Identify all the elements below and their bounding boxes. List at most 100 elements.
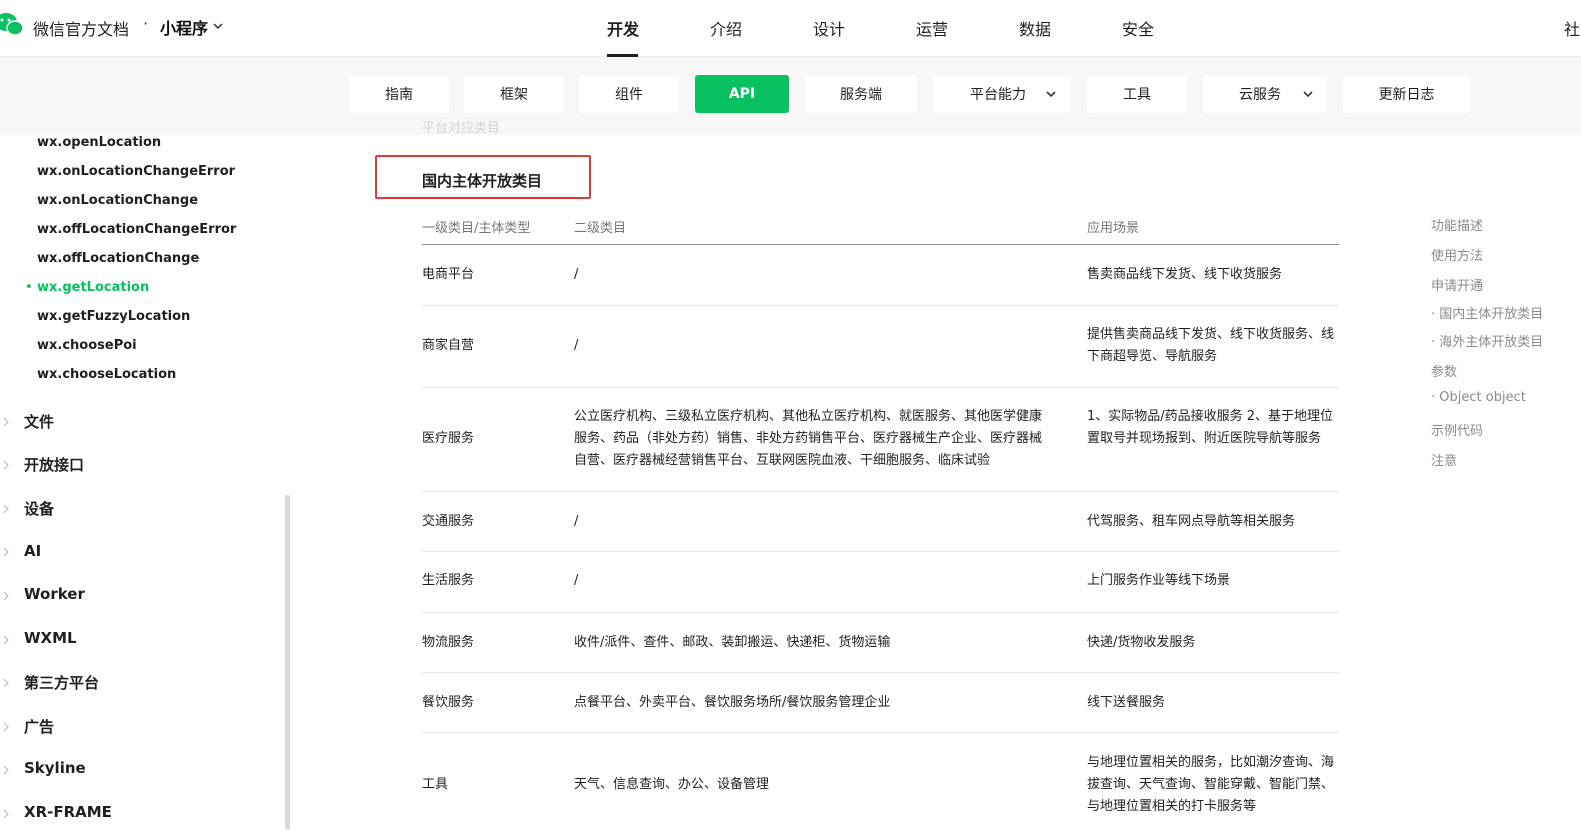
- sidebar-item-off-location-change-error[interactable]: wx.offLocationChangeError: [37, 222, 236, 237]
- sidebar-item-device[interactable]: 设备: [24, 498, 54, 519]
- nav-data[interactable]: 数据: [1019, 16, 1051, 40]
- toc-item-params[interactable]: 参数: [1431, 361, 1457, 380]
- table-header: 一级类目/主体类型 二级类目 应用场景: [422, 206, 1339, 245]
- toc-item-domestic[interactable]: · 国内主体开放类目: [1431, 303, 1543, 322]
- table-cell: 生活服务: [422, 573, 475, 588]
- nav-security[interactable]: 安全: [1122, 16, 1154, 40]
- chevron-right-icon: [3, 504, 9, 514]
- sidebar-item-open-api[interactable]: 开放接口: [24, 454, 84, 475]
- table-row: 医疗服务 公立医疗机构、三级私立医疗机构、其他私立医疗机构、就医服务、其他医学健…: [422, 388, 1339, 492]
- sidebar-item-choose-poi[interactable]: wx.choosePoi: [37, 338, 137, 353]
- table-cell: 交通服务: [422, 514, 475, 529]
- active-bullet: •: [25, 280, 33, 295]
- chevron-right-icon: [3, 591, 9, 601]
- table-cell: /: [574, 514, 579, 529]
- toc-item-sample-code[interactable]: 示例代码: [1431, 420, 1483, 439]
- chevron-down-icon[interactable]: [211, 19, 225, 33]
- chevron-right-icon: [3, 460, 9, 470]
- chevron-down-icon: [1046, 91, 1056, 98]
- sidebar-item-on-location-change[interactable]: wx.onLocationChange: [37, 193, 198, 208]
- nav-design[interactable]: 设计: [813, 16, 845, 40]
- chevron-down-icon: [1303, 91, 1313, 98]
- nav-community-partial[interactable]: 社: [1564, 16, 1580, 40]
- brand-title[interactable]: 微信官方文档: [33, 16, 129, 40]
- sidebar-item-on-location-change-error[interactable]: wx.onLocationChangeError: [37, 164, 235, 179]
- sidebar-item-choose-location[interactable]: wx.chooseLocation: [37, 367, 176, 382]
- nav-operation[interactable]: 运营: [916, 16, 948, 40]
- table-cell: 物流服务: [422, 635, 475, 650]
- toc-item-usage[interactable]: 使用方法: [1431, 245, 1483, 264]
- subnav-label: 框架: [500, 87, 528, 103]
- table-cell: /: [574, 267, 579, 282]
- sidebar-item-ai[interactable]: AI: [24, 542, 41, 560]
- sidebar-item-file[interactable]: 文件: [24, 411, 54, 432]
- nav-develop[interactable]: 开发: [607, 16, 639, 40]
- brand-separator: ·: [143, 14, 149, 33]
- subnav-label: 工具: [1123, 87, 1151, 103]
- table-cell: /: [574, 338, 579, 353]
- subnav-label: 服务端: [840, 87, 882, 103]
- sidebar-item-xr-frame[interactable]: XR-FRAME: [24, 803, 112, 821]
- table-cell: 商家自营: [422, 338, 475, 353]
- category-table: 一级类目/主体类型 二级类目 应用场景 电商平台 / 售卖商品线下发货、线下收货…: [422, 206, 1339, 833]
- column-header: 应用场景: [1087, 221, 1140, 236]
- table-row: 物流服务 收件/派件、查件、邮政、装卸搬运、快递柜、货物运输 快递/货物收发服务: [422, 613, 1339, 673]
- table-cell: 与地理位置相关的服务，比如潮汐查询、海拔查询、天气查询、智能穿戴、智能门禁、与地…: [1087, 755, 1335, 814]
- subnav-platform-capability[interactable]: 平台能力: [933, 75, 1071, 113]
- chevron-right-icon: [3, 765, 9, 775]
- table-row: 电商平台 / 售卖商品线下发货、线下收货服务: [422, 245, 1339, 306]
- subnav-label: API: [728, 86, 756, 102]
- sidebar-item-get-fuzzy-location[interactable]: wx.getFuzzyLocation: [37, 309, 190, 324]
- table-cell: 电商平台: [422, 267, 475, 282]
- chevron-right-icon: [3, 722, 9, 732]
- table-cell: 提供售卖商品线下发货、线下收货服务、线下商超导览、导航服务: [1087, 327, 1335, 364]
- table-cell: 售卖商品线下发货、线下收货服务: [1087, 267, 1283, 282]
- sidebar-item-get-location[interactable]: wx.getLocation: [37, 280, 149, 295]
- section-title: 国内主体开放类目: [422, 172, 543, 190]
- sidebar-item-third-party-platform[interactable]: 第三方平台: [24, 672, 99, 693]
- subnav-components[interactable]: 组件: [579, 75, 679, 113]
- subnav-api[interactable]: API: [695, 75, 789, 113]
- toc-item-notes[interactable]: 注意: [1431, 450, 1457, 469]
- sidebar-item-wxml[interactable]: WXML: [24, 629, 77, 647]
- sidebar-item-skyline[interactable]: Skyline: [24, 759, 86, 777]
- sub-navigation: 指南 框架 组件 API 服务端 平台能力 工具 云服务 更新日志: [0, 57, 1581, 135]
- chevron-right-icon: [3, 809, 9, 819]
- table-row: 工具 天气、信息查询、办公、设备管理 与地理位置相关的服务，比如潮汐查询、海拔查…: [422, 733, 1339, 833]
- product-switcher[interactable]: 小程序: [160, 15, 208, 39]
- table-row: 交通服务 / 代驾服务、租车网点导航等相关服务: [422, 492, 1339, 552]
- nav-intro[interactable]: 介绍: [710, 16, 742, 40]
- sidebar-item-open-location[interactable]: wx.openLocation: [37, 135, 161, 150]
- subnav-guide[interactable]: 指南: [349, 75, 449, 113]
- toc-item-overseas[interactable]: · 海外主体开放类目: [1431, 331, 1543, 350]
- subnav-framework[interactable]: 框架: [464, 75, 564, 113]
- table-cell: 医疗服务: [422, 431, 475, 446]
- table-cell: 代驾服务、租车网点导航等相关服务: [1087, 514, 1296, 529]
- subnav-changelog[interactable]: 更新日志: [1343, 75, 1470, 113]
- chevron-right-icon: [3, 678, 9, 688]
- toc-item-object[interactable]: · Object object: [1431, 390, 1526, 405]
- toc-item-apply[interactable]: 申请开通: [1431, 275, 1483, 294]
- table-cell: 上门服务作业等线下场景: [1087, 573, 1231, 588]
- table-cell: 公立医疗机构、三级私立医疗机构、其他私立医疗机构、就医服务、其他医学健康服务、药…: [574, 409, 1043, 468]
- column-header: 二级类目: [574, 221, 627, 236]
- table-row: 餐饮服务 点餐平台、外卖平台、餐饮服务场所/餐饮服务管理企业 线下送餐服务: [422, 673, 1339, 733]
- wechat-logo-icon[interactable]: [0, 12, 24, 38]
- sidebar-scrollbar[interactable]: [285, 495, 290, 830]
- table-cell: /: [574, 573, 579, 588]
- chevron-right-icon: [3, 635, 9, 645]
- sidebar-item-off-location-change[interactable]: wx.offLocationChange: [37, 251, 199, 266]
- table-row: 商家自营 / 提供售卖商品线下发货、线下收货服务、线下商超导览、导航服务: [422, 306, 1339, 388]
- table-row: 生活服务 / 上门服务作业等线下场景: [422, 552, 1339, 613]
- sidebar-item-worker[interactable]: Worker: [24, 585, 85, 603]
- toc-item-description[interactable]: 功能描述: [1431, 215, 1483, 234]
- subnav-tools[interactable]: 工具: [1087, 75, 1187, 113]
- subnav-label: 更新日志: [1378, 87, 1435, 103]
- subnav-cloud-service[interactable]: 云服务: [1203, 75, 1327, 113]
- sidebar-item-ads[interactable]: 广告: [24, 716, 54, 737]
- subnav-label: 云服务: [1239, 87, 1281, 103]
- table-cell: 线下送餐服务: [1087, 695, 1166, 710]
- table-cell: 收件/派件、查件、邮政、装卸搬运、快递柜、货物运输: [574, 635, 891, 650]
- subnav-server[interactable]: 服务端: [805, 75, 917, 113]
- top-header: 微信官方文档 · 小程序 开发 介绍 设计 运营 数据 安全 社: [0, 0, 1581, 57]
